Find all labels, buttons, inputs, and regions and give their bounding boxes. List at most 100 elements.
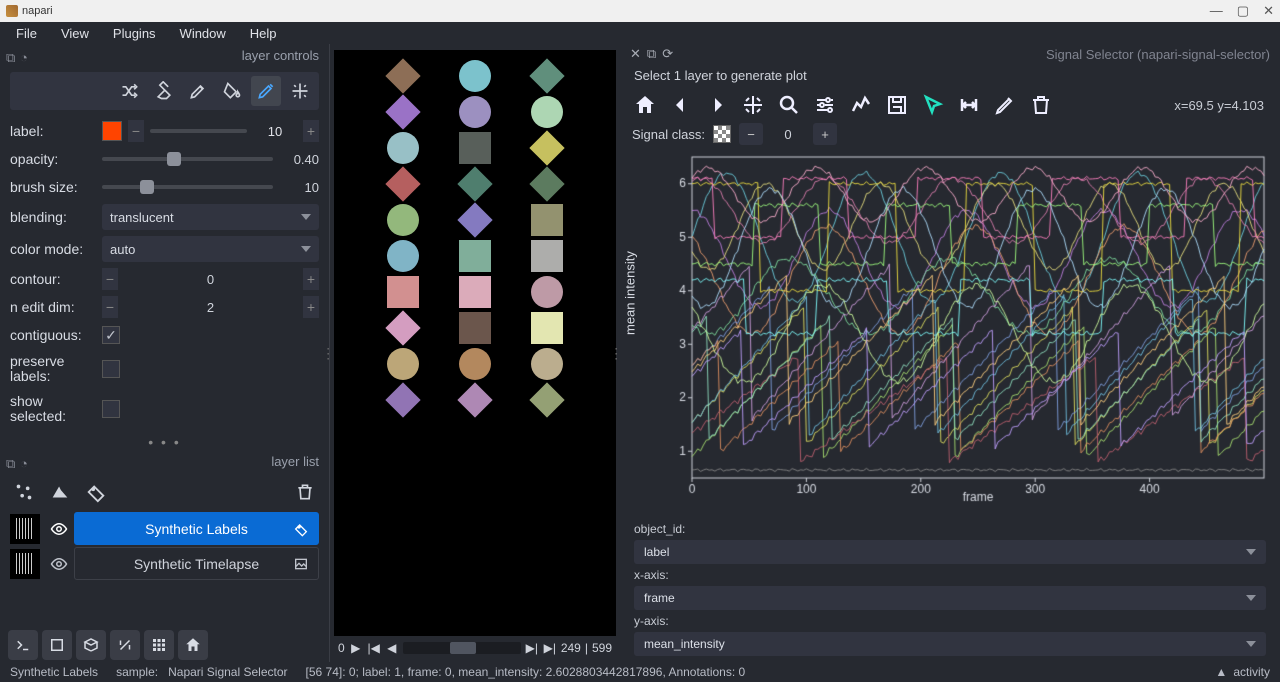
objectid-select[interactable]: label <box>634 540 1266 564</box>
opacity-slider[interactable] <box>102 157 273 161</box>
plot-config-button[interactable] <box>810 90 840 120</box>
objectid-value: label <box>644 545 669 559</box>
showsel-checkbox[interactable] <box>102 400 120 418</box>
plot-delete-button[interactable] <box>1026 90 1056 120</box>
signal-class-swatch[interactable] <box>713 125 731 143</box>
layer-thumbnail <box>10 549 40 579</box>
swatch <box>529 166 564 201</box>
step-back-button[interactable]: ◀ <box>385 641 399 655</box>
console-button[interactable] <box>8 630 38 660</box>
new-shapes-button[interactable] <box>46 478 74 506</box>
nedit-minus[interactable]: − <box>102 296 118 318</box>
pan-tool[interactable] <box>285 76 315 106</box>
minimize-button[interactable]: — <box>1210 3 1223 19</box>
menu-plugins[interactable]: Plugins <box>101 24 168 43</box>
contour-label: contour: <box>10 271 96 287</box>
plot-pan-button[interactable] <box>738 90 768 120</box>
detach-icon[interactable]: ⧉ <box>647 46 656 62</box>
grid-button[interactable] <box>144 630 174 660</box>
layer-name[interactable]: Synthetic Labels <box>74 512 319 545</box>
app-icon <box>6 5 18 17</box>
paint-tool[interactable] <box>183 76 213 106</box>
signal-class-label: Signal class: <box>632 127 705 142</box>
nedit-plus[interactable]: + <box>303 296 319 318</box>
swatch <box>459 348 491 380</box>
plot-axis-button[interactable] <box>846 90 876 120</box>
expand-icon[interactable]: ◔ <box>20 456 30 466</box>
shuffle-tool[interactable] <box>115 76 145 106</box>
skip-start-button[interactable]: |◀ <box>367 641 381 655</box>
label-color-swatch[interactable] <box>102 121 122 141</box>
skip-end-button[interactable]: ▶| <box>543 641 557 655</box>
new-points-button[interactable] <box>10 478 38 506</box>
delete-layer-button[interactable] <box>291 478 319 506</box>
picker-tool[interactable] <box>251 76 281 106</box>
swatch <box>459 132 491 164</box>
menu-window[interactable]: Window <box>168 24 238 43</box>
eraser-tool[interactable] <box>149 76 179 106</box>
colormode-value: auto <box>110 242 135 257</box>
xaxis-select[interactable]: frame <box>634 586 1266 610</box>
label-slider[interactable] <box>150 129 247 133</box>
yaxis-select[interactable]: mean_intensity <box>634 632 1266 656</box>
signal-plot[interactable] <box>658 151 1270 512</box>
fill-tool[interactable] <box>217 76 247 106</box>
new-labels-button[interactable] <box>82 478 110 506</box>
menu-file[interactable]: File <box>4 24 49 43</box>
brushsize-label: brush size: <box>10 179 96 195</box>
colormode-select[interactable]: auto <box>102 236 319 262</box>
visibility-toggle[interactable] <box>44 555 74 573</box>
yaxis-value: mean_intensity <box>644 637 725 651</box>
signal-title: Signal Selector (napari-signal-selector) <box>679 47 1270 62</box>
plot-select-button[interactable] <box>918 90 948 120</box>
close-button[interactable]: ✕ <box>1263 3 1274 19</box>
activity-chevron-icon[interactable]: ▲ <box>1215 665 1227 679</box>
layer-name[interactable]: Synthetic Timelapse <box>74 547 319 580</box>
canvas-column: ··· 0 ▶ |◀ ◀ ▶| ▶| 249 | 599 ··· <box>330 44 620 662</box>
ndisplay-button[interactable] <box>42 630 72 660</box>
3d-button[interactable] <box>76 630 106 660</box>
plot-zoom-button[interactable] <box>774 90 804 120</box>
plot-forward-button[interactable] <box>702 90 732 120</box>
home-button[interactable] <box>178 630 208 660</box>
close-icon[interactable]: ✕ <box>630 46 641 62</box>
swatch <box>385 58 420 93</box>
step-fwd-button[interactable]: ▶| <box>525 641 539 655</box>
swatch <box>529 58 564 93</box>
activity-button[interactable]: activity <box>1233 665 1270 679</box>
panel-splitter[interactable]: • • • <box>0 434 329 450</box>
class-plus[interactable]: + <box>813 123 837 145</box>
swatch <box>385 166 420 201</box>
detach-icon[interactable]: ⧉ <box>6 50 16 60</box>
swatch <box>387 132 419 164</box>
detach-icon[interactable]: ⧉ <box>6 456 16 466</box>
label-minus[interactable]: − <box>128 120 144 142</box>
menu-view[interactable]: View <box>49 24 101 43</box>
contig-checkbox[interactable] <box>102 326 120 344</box>
refresh-icon[interactable]: ⟳ <box>662 46 673 62</box>
blending-select[interactable]: translucent <box>102 204 319 230</box>
expand-icon[interactable]: ◔ <box>20 50 30 60</box>
layer-item[interactable]: Synthetic Labels <box>10 512 319 545</box>
window-titlebar: napari — ▢ ✕ <box>0 0 1280 22</box>
brushsize-slider[interactable] <box>102 185 273 189</box>
plot-back-button[interactable] <box>666 90 696 120</box>
play-button[interactable]: ▶ <box>349 641 363 655</box>
visibility-toggle[interactable] <box>44 520 74 538</box>
frame-slider[interactable] <box>403 642 521 654</box>
plot-save-button[interactable] <box>882 90 912 120</box>
plot-home-button[interactable] <box>630 90 660 120</box>
class-minus[interactable]: − <box>739 123 763 145</box>
maximize-button[interactable]: ▢ <box>1237 3 1249 19</box>
preserve-checkbox[interactable] <box>102 360 120 378</box>
plot-span-button[interactable] <box>954 90 984 120</box>
plot-annotate-button[interactable] <box>990 90 1020 120</box>
roll-button[interactable] <box>110 630 140 660</box>
menu-help[interactable]: Help <box>238 24 289 43</box>
viewer-canvas[interactable] <box>334 50 616 636</box>
layer-item[interactable]: Synthetic Timelapse <box>10 547 319 580</box>
contour-minus[interactable]: − <box>102 268 118 290</box>
swatch <box>387 204 419 236</box>
contour-plus[interactable]: + <box>303 268 319 290</box>
label-plus[interactable]: + <box>303 120 319 142</box>
